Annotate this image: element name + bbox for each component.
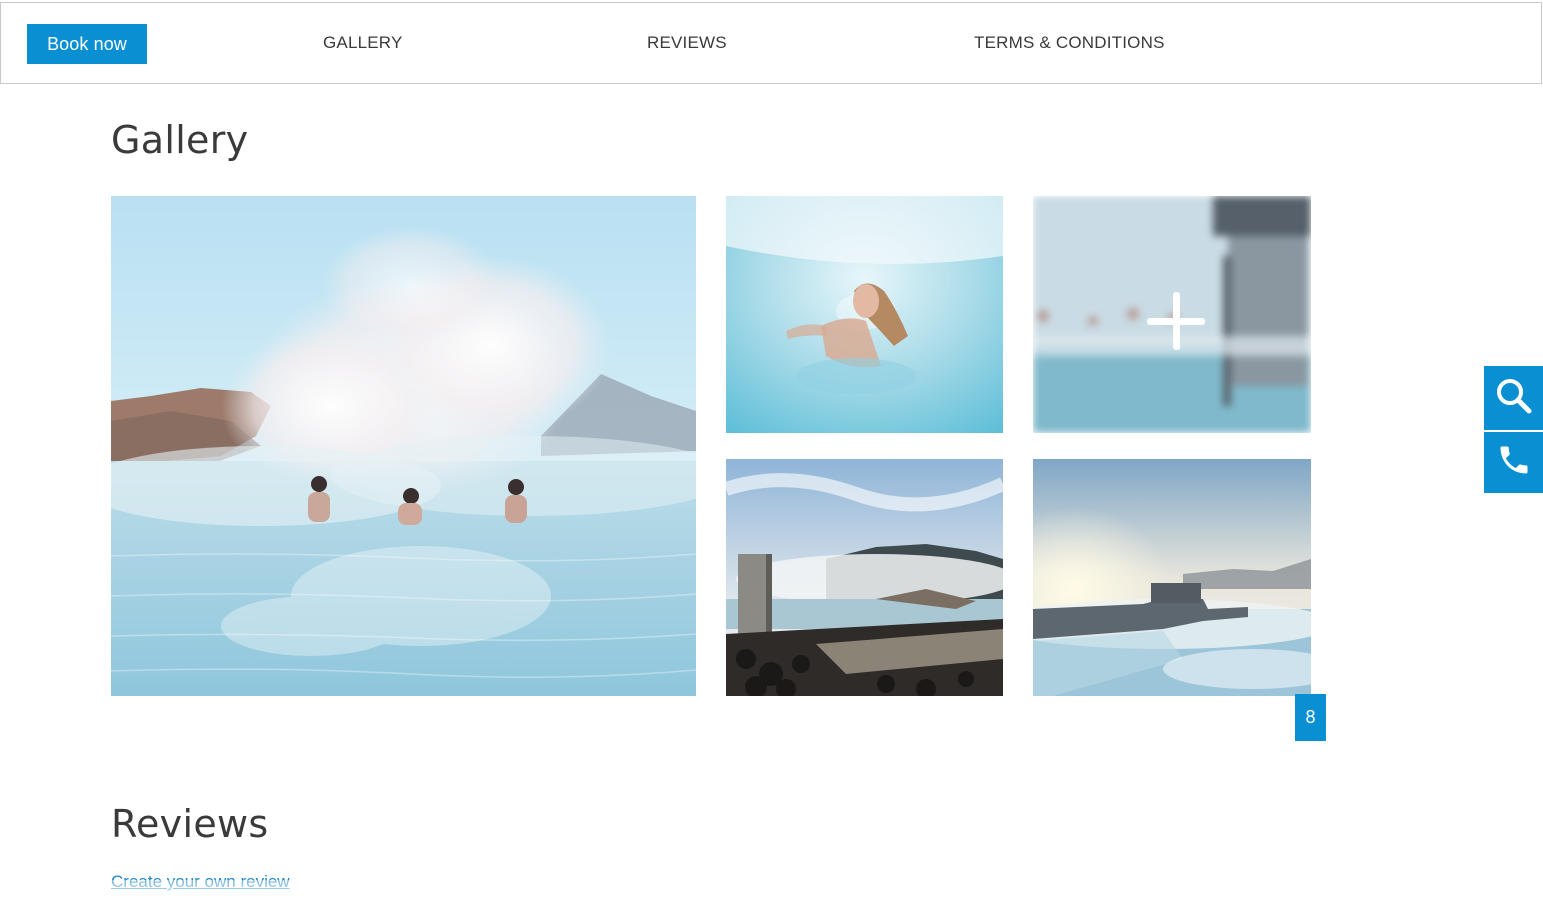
gallery-photo-sunset[interactable] bbox=[1033, 459, 1311, 696]
side-phone-button[interactable] bbox=[1484, 432, 1543, 493]
phone-icon bbox=[1496, 442, 1532, 483]
side-search-button[interactable] bbox=[1484, 366, 1543, 430]
nav-link-gallery[interactable]: GALLERY bbox=[323, 33, 403, 53]
reviews-heading: Reviews bbox=[111, 802, 269, 846]
gallery-photo-boardwalk[interactable] bbox=[726, 459, 1003, 696]
nav-link-reviews[interactable]: REVIEWS bbox=[647, 33, 727, 53]
search-icon bbox=[1495, 377, 1533, 420]
gallery-photo-swimmer[interactable] bbox=[726, 196, 1003, 433]
nav-link-terms-conditions[interactable]: TERMS & CONDITIONS bbox=[974, 33, 1165, 53]
gallery-photo-main[interactable] bbox=[111, 196, 696, 696]
create-review-link[interactable]: Create your own review bbox=[111, 872, 290, 892]
top-navigation-bar: Book now GALLERY REVIEWS TERMS & CONDITI… bbox=[0, 2, 1542, 84]
photo-count-badge[interactable]: 8 bbox=[1295, 694, 1326, 741]
gallery-heading: Gallery bbox=[111, 118, 249, 162]
book-now-button[interactable]: Book now bbox=[27, 24, 147, 64]
gallery-photo-more[interactable] bbox=[1033, 196, 1311, 433]
